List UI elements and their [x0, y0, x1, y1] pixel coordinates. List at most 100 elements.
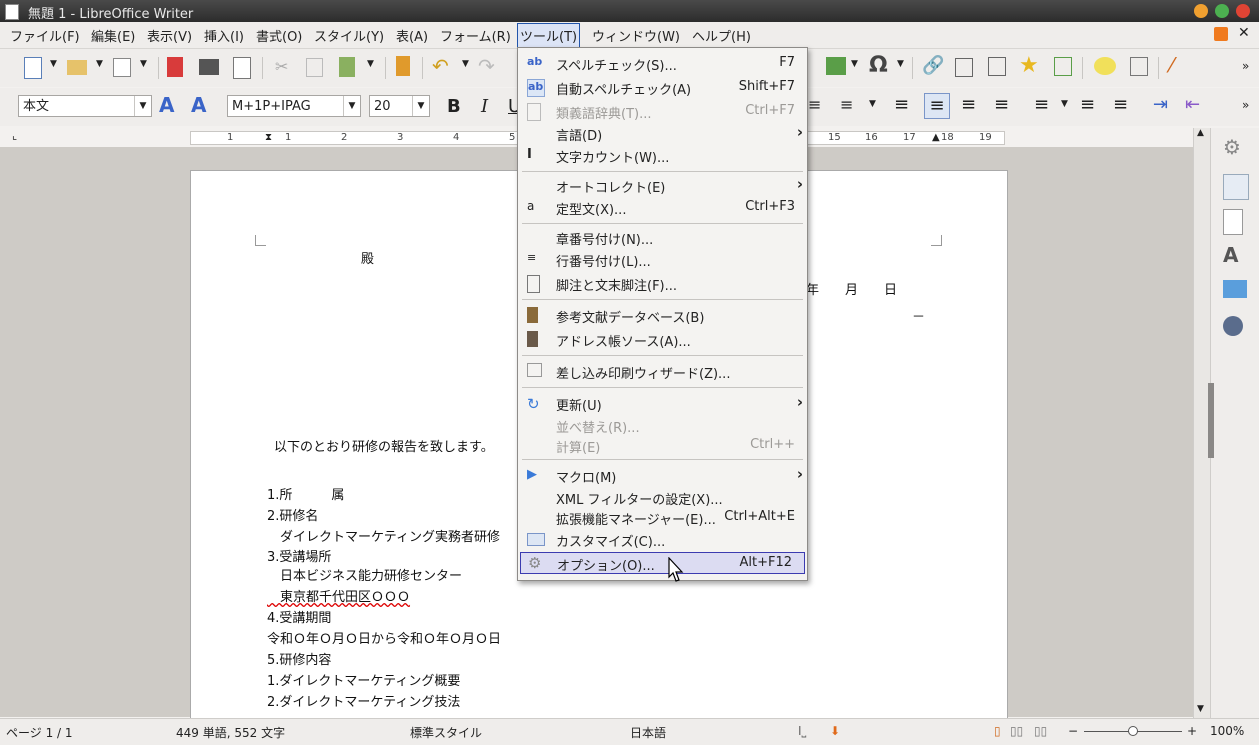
document-language[interactable]: 日本語: [630, 724, 666, 741]
bookmark-icon[interactable]: ★: [1019, 53, 1039, 78]
paragraph-style-combo[interactable]: 本文 ▼: [18, 95, 152, 117]
sidebar-menu-gear-icon[interactable]: ⚙: [1223, 135, 1247, 159]
page-count[interactable]: ページ 1 / 1: [6, 724, 73, 741]
menu-item-footnotes[interactable]: 脚注と文末脚注(F)...: [518, 272, 807, 294]
cross-reference-icon[interactable]: [1054, 57, 1072, 76]
endnote-toolbar-icon[interactable]: [988, 57, 1006, 76]
menu-item-line-numbering[interactable]: ≡ 行番号付け(L)...: [518, 248, 807, 270]
increase-spacing-icon[interactable]: ≡: [1080, 94, 1095, 115]
page-style[interactable]: 標準スタイル: [410, 724, 482, 741]
menu-item-mail-merge[interactable]: 差し込み印刷ウィザード(Z)...: [518, 360, 807, 382]
multi-page-view-icon[interactable]: ▯▯: [1010, 724, 1023, 738]
hyperlink-icon[interactable]: 🔗: [922, 55, 944, 76]
page-icon[interactable]: [1223, 209, 1243, 235]
word-count[interactable]: 449 単語, 552 文字: [176, 724, 285, 741]
track-changes-icon[interactable]: [1130, 57, 1148, 76]
menu-item-xml-filter[interactable]: XML フィルターの設定(X)...: [518, 486, 807, 508]
menu-item-autocorrect[interactable]: オートコレクト(E) ›: [518, 174, 807, 196]
menu-edit[interactable]: 編集(E): [91, 26, 135, 45]
paste-dropdown-icon[interactable]: ▼: [367, 59, 374, 69]
menu-view[interactable]: 表示(V): [147, 26, 192, 45]
paste-icon[interactable]: [339, 57, 355, 77]
decrease-spacing-icon[interactable]: ≡: [1113, 94, 1128, 115]
menu-format[interactable]: 書式(O): [256, 26, 302, 45]
font-size-combo[interactable]: 20 ▼: [369, 95, 430, 117]
menu-item-calculate[interactable]: 計算(E) Ctrl++: [518, 434, 807, 456]
menu-insert[interactable]: 挿入(I): [204, 26, 244, 45]
zoom-level[interactable]: 100%: [1210, 724, 1244, 738]
increase-indent-icon[interactable]: ⇥: [1153, 94, 1168, 115]
menu-item-word-count[interactable]: I 文字カウント(W)...: [518, 144, 807, 166]
update-style-icon[interactable]: A: [159, 93, 174, 117]
menu-item-spellcheck[interactable]: ab スペルチェック(S)... F7: [518, 52, 807, 74]
bold-icon[interactable]: B: [447, 96, 461, 117]
undo-dropdown-icon[interactable]: ▼: [462, 59, 469, 69]
line-spacing-dropdown-icon[interactable]: ▼: [1061, 99, 1068, 109]
bullets-icon[interactable]: ≡: [808, 95, 821, 114]
close-button[interactable]: [1236, 4, 1250, 18]
close-document-icon[interactable]: ✕: [1238, 25, 1250, 41]
menu-form[interactable]: フォーム(R): [440, 26, 511, 45]
open-folder-icon[interactable]: [67, 60, 87, 75]
menu-table[interactable]: 表(A): [396, 26, 428, 45]
menu-item-macros[interactable]: ▶ マクロ(M) ›: [518, 464, 807, 486]
menu-item-sort[interactable]: 並べ替え(R)...: [518, 414, 807, 436]
new-style-icon[interactable]: A: [191, 93, 206, 117]
new-document-icon[interactable]: [24, 57, 42, 79]
menu-item-address-book[interactable]: アドレス帳ソース(A)...: [518, 328, 807, 350]
document-modified-icon[interactable]: ⬇: [830, 724, 840, 738]
book-view-icon[interactable]: ▯▯: [1034, 724, 1047, 738]
menu-styles[interactable]: スタイル(Y): [314, 26, 384, 45]
minimize-button[interactable]: [1194, 4, 1208, 18]
ruler-indent-marker[interactable]: ⧗: [265, 132, 272, 143]
styles-icon[interactable]: A: [1223, 243, 1247, 267]
menu-help[interactable]: ヘルプ(H): [692, 26, 751, 45]
menu-item-language[interactable]: 言語(D) ›: [518, 122, 807, 144]
menu-item-customize[interactable]: カスタマイズ(C)...: [518, 528, 807, 550]
menu-item-update[interactable]: ↻ 更新(U) ›: [518, 392, 807, 414]
chevron-down-icon[interactable]: ▼: [134, 96, 151, 116]
update-notification-icon[interactable]: [1214, 27, 1228, 41]
open-dropdown-icon[interactable]: ▼: [96, 59, 103, 69]
justify-icon[interactable]: ≡: [994, 94, 1009, 115]
save-dropdown-icon[interactable]: ▼: [140, 59, 147, 69]
insert-field-icon[interactable]: [826, 57, 846, 75]
zoom-out-icon[interactable]: −: [1068, 724, 1078, 738]
properties-icon[interactable]: [1223, 174, 1249, 200]
single-page-view-icon[interactable]: ▯: [994, 724, 1001, 738]
align-right-icon[interactable]: ≡: [961, 94, 976, 115]
print-preview-icon[interactable]: [233, 57, 251, 79]
menu-item-thesaurus[interactable]: 類義語辞典(T)... Ctrl+F7: [518, 100, 807, 122]
gallery-icon[interactable]: [1223, 280, 1247, 298]
menu-item-options[interactable]: ⚙ オプション(O)... Alt+F12: [520, 552, 805, 574]
redo-icon[interactable]: ↷: [478, 54, 495, 78]
special-character-icon[interactable]: Ω: [869, 53, 888, 78]
zoom-in-icon[interactable]: +: [1187, 724, 1197, 738]
menu-item-auto-spellcheck[interactable]: ab 自動スペルチェック(A) Shift+F7: [518, 76, 807, 98]
italic-icon[interactable]: I: [481, 96, 488, 117]
print-icon[interactable]: [199, 59, 219, 75]
numbering-icon[interactable]: ≡: [840, 95, 853, 114]
menu-item-autotext[interactable]: a 定型文(X)... Ctrl+F3: [518, 196, 807, 218]
menu-file[interactable]: ファイル(F): [10, 26, 80, 45]
copy-icon[interactable]: [306, 58, 323, 77]
scroll-down-icon[interactable]: ▼: [1197, 704, 1204, 714]
align-center-icon[interactable]: ≡: [924, 93, 950, 119]
special-char-dropdown-icon[interactable]: ▼: [897, 59, 904, 69]
decrease-indent-icon[interactable]: ⇤: [1185, 94, 1200, 115]
toolbar-overflow-icon[interactable]: »: [1242, 98, 1249, 112]
font-name-combo[interactable]: M+1P+IPAG ▼: [227, 95, 361, 117]
export-pdf-icon[interactable]: [167, 57, 183, 77]
cut-icon[interactable]: ✂: [275, 57, 288, 76]
insert-mode-icon[interactable]: I⎵: [798, 724, 806, 739]
footnote-toolbar-icon[interactable]: [955, 58, 973, 77]
chevron-down-icon[interactable]: ▼: [343, 96, 360, 116]
menu-tools[interactable]: ツール(T): [517, 23, 581, 48]
menu-item-chapter-numbering[interactable]: 章番号付け(N)...: [518, 226, 807, 248]
undo-icon[interactable]: ↶: [432, 54, 449, 78]
line-icon[interactable]: ⁄: [1170, 53, 1173, 77]
align-left-icon[interactable]: ≡: [894, 94, 909, 115]
maximize-button[interactable]: [1215, 4, 1229, 18]
menu-window[interactable]: ウィンドウ(W): [592, 26, 680, 45]
tab-stop-selector[interactable]: ⌞: [12, 129, 17, 142]
